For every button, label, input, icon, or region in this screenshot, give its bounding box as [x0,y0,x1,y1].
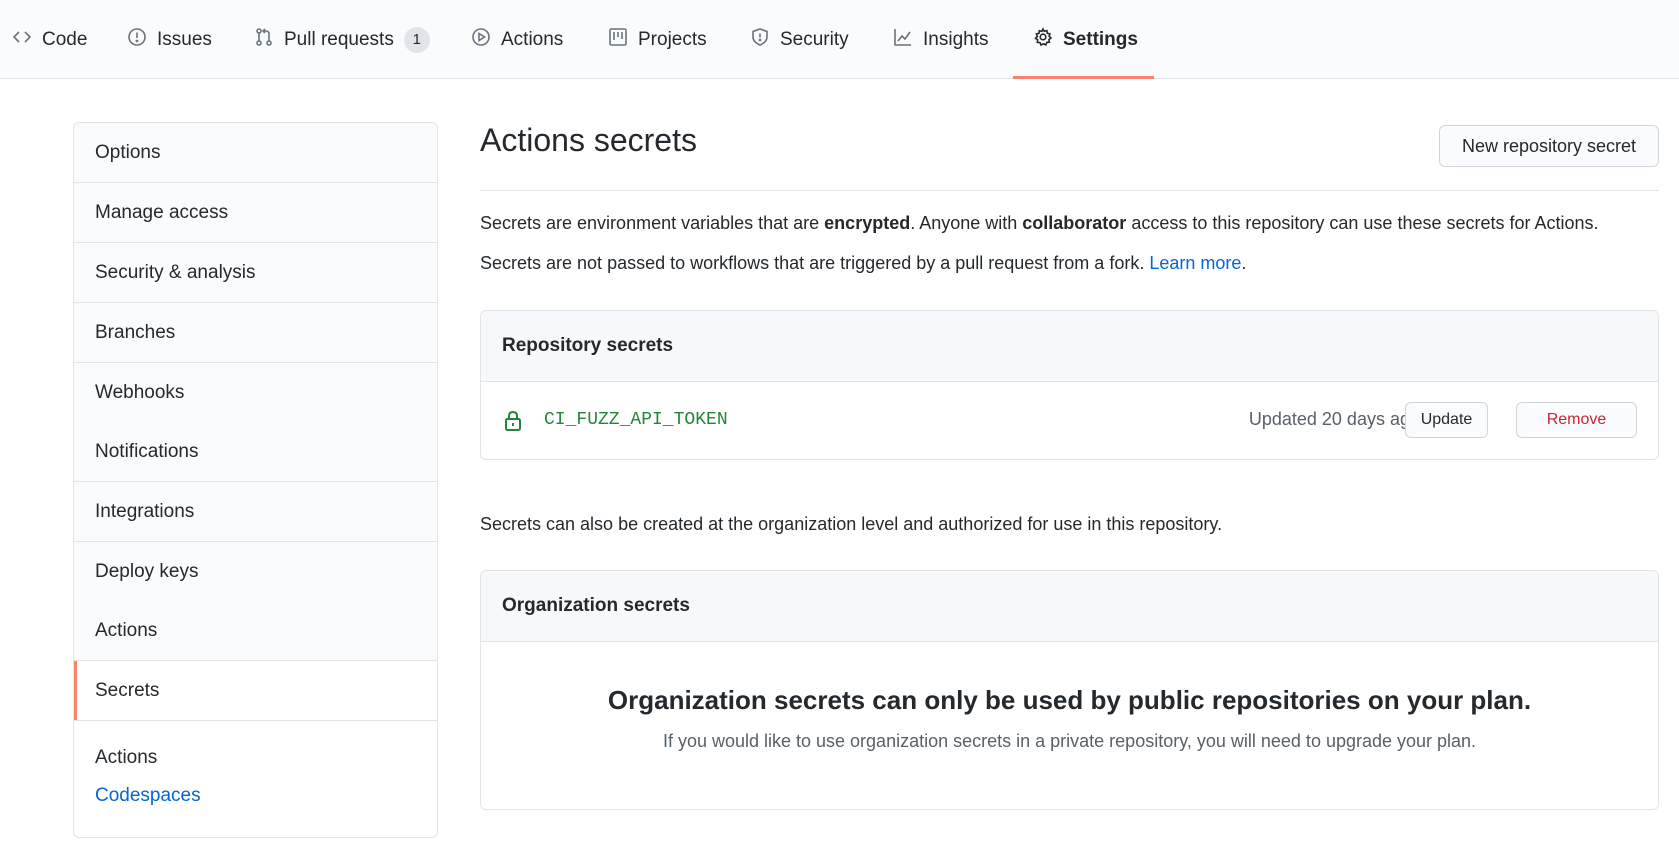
intro-text: access to this repository can use these … [1126,213,1599,233]
tab-projects[interactable]: Projects [608,0,707,79]
sidebar-item-integrations[interactable]: Integrations [74,482,437,542]
secret-name: CI_FUZZ_API_TOKEN [544,410,728,430]
sidebar-item-secrets[interactable]: Secrets [74,661,437,721]
tab-label: Code [42,28,88,50]
tab-label: Security [780,28,849,50]
intro-text: Secrets are not passed to workflows that… [480,253,1150,273]
sidebar-sub-actions[interactable]: Actions [95,747,157,769]
intro-text: . Anyone with [910,213,1023,233]
play-icon [471,27,491,53]
org-note: Secrets can also be created at the organ… [480,514,1223,534]
sidebar-item-label: Options [95,141,161,163]
sidebar-item-security-analysis[interactable]: Security & analysis [74,243,437,303]
tab-label: Projects [638,28,707,50]
sidebar-item-actions[interactable]: Actions [74,601,437,661]
header-divider [480,190,1659,191]
sidebar-item-webhooks[interactable]: Webhooks [74,363,437,423]
sidebar-item-deploy-keys[interactable]: Deploy keys [74,542,437,602]
sidebar-item-label: Manage access [95,201,229,223]
tab-label: Issues [157,28,212,50]
blankslate-title: Organization secrets can only be used by… [607,685,1532,715]
intro-text: . [1241,253,1247,273]
pull-request-icon [254,27,274,53]
sidebar-item-options[interactable]: Options [74,123,437,183]
blankslate-description: If you would like to use organization se… [662,731,1477,751]
secret-row: CI_FUZZ_API_TOKEN Updated 20 days ago Up… [481,382,1658,459]
shield-icon [750,27,770,53]
code-icon [12,27,32,53]
tab-pull-requests[interactable]: Pull requests 1 [254,0,430,79]
page-title: Actions secrets [480,122,697,158]
repository-secrets-heading: Repository secrets [481,311,1658,382]
project-icon [608,27,628,53]
intro-paragraph-2: Secrets are not passed to workflows that… [480,253,1246,274]
sidebar-item-label: Security & analysis [95,261,256,283]
lock-icon [505,410,521,431]
sidebar-item-label: Integrations [95,500,195,522]
tab-label: Insights [923,28,989,50]
tab-insights[interactable]: Insights [893,0,988,79]
repository-secrets-box: Repository secrets CI_FUZZ_API_TOKEN Upd… [480,310,1659,460]
tab-settings[interactable]: Settings [1033,0,1138,79]
tab-label: Actions [501,28,564,50]
repo-nav: Code Issues Pull requests 1 Actions Proj… [0,0,1679,79]
issue-icon [127,27,147,53]
graph-icon [893,27,913,53]
secret-updated-time: Updated 20 days ago [1248,409,1420,429]
tab-label: Pull requests [284,28,394,50]
intro-paragraph-1: Secrets are environment variables that a… [480,213,1599,234]
tab-code[interactable]: Code [12,0,87,79]
sidebar-item-notifications[interactable]: Notifications [74,422,437,482]
intro-emphasis-encrypted: encrypted [824,213,911,233]
sidebar-item-label: Secrets [95,679,160,701]
blankslate: Organization secrets can only be used by… [481,642,1658,809]
tab-actions[interactable]: Actions [471,0,563,79]
intro-text: Secrets are environment variables that a… [480,213,825,233]
sidebar-item-label: Deploy keys [95,560,199,582]
settings-sidebar: Options Manage access Security & analysi… [73,122,438,838]
gear-icon [1033,26,1053,53]
new-repository-secret-button[interactable]: New repository secret [1439,125,1659,167]
active-tab-indicator [1013,76,1154,79]
sidebar-item-label: Notifications [95,440,199,462]
tab-issues[interactable]: Issues [127,0,212,79]
sidebar-item-label: Branches [95,321,176,343]
sidebar-item-branches[interactable]: Branches [74,303,437,363]
organization-secrets-heading: Organization secrets [481,571,1658,642]
pull-request-count: 1 [403,26,430,53]
sidebar-item-manage-access[interactable]: Manage access [74,183,437,243]
learn-more-link[interactable]: Learn more [1149,253,1241,273]
sidebar-item-label: Webhooks [95,381,185,403]
sidebar-sub-codespaces[interactable]: Codespaces [95,785,201,807]
organization-secrets-box: Organization secrets Organization secret… [480,570,1659,810]
tab-label: Settings [1063,28,1138,50]
sidebar-item-label: Actions [95,619,158,641]
tab-security[interactable]: Security [750,0,849,79]
intro-emphasis-collaborator: collaborator [1022,213,1127,233]
remove-secret-button[interactable]: Remove [1516,402,1637,438]
update-secret-button[interactable]: Update [1405,402,1488,438]
